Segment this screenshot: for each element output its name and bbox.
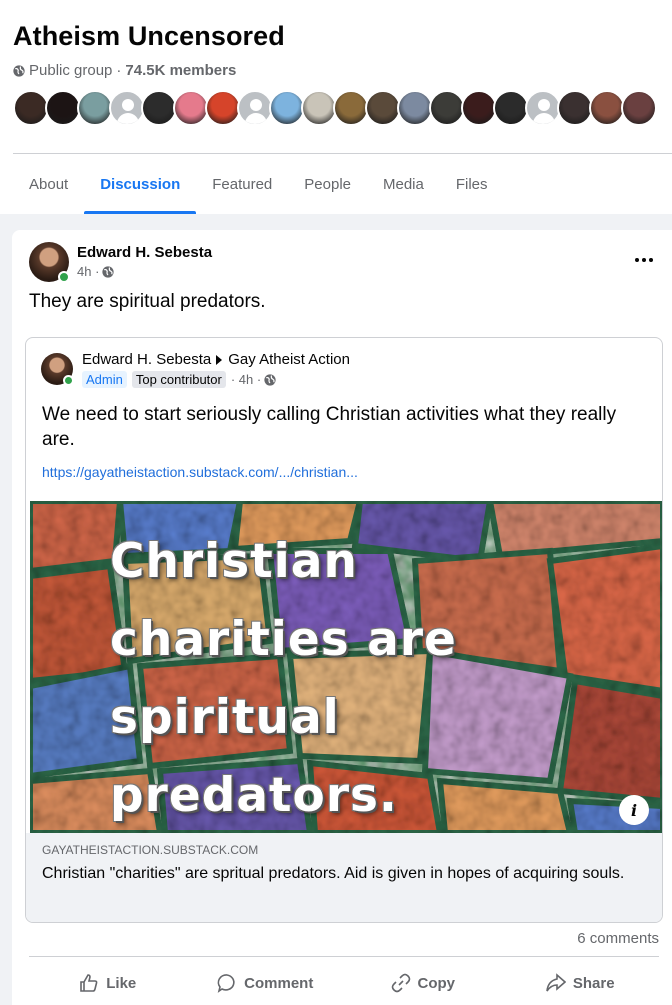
shared-author-row: Edward H. Sebesta Gay Atheist Action Adm… [41,351,350,388]
member-avatar[interactable] [109,90,145,126]
share-button[interactable]: Share [502,961,660,1005]
meta-separator: · [116,62,122,79]
shared-text: We need to start seriously calling Chris… [42,404,617,450]
member-avatars[interactable] [13,90,657,128]
member-avatar[interactable] [493,90,529,126]
like-label: Like [106,974,137,992]
shared-avatar[interactable] [41,353,74,386]
comment-button[interactable]: Comment [187,961,345,1005]
tab-files[interactable]: Files [440,154,504,214]
member-avatar[interactable] [621,90,657,126]
online-status-dot [58,271,70,283]
preview-title: Christian "charities" are spritual preda… [42,865,625,882]
member-avatar[interactable] [525,90,561,126]
member-avatar[interactable] [333,90,369,126]
shared-link[interactable]: https://gayatheistaction.substack.com/..… [42,464,358,480]
post-time-text: 4h · [77,264,100,279]
online-status-dot [63,375,74,386]
comment-icon [217,974,235,993]
group-tabs: About Discussion Featured People Media Files [13,154,504,214]
admin-badge: Admin [82,371,127,388]
shared-group-name[interactable]: Gay Atheist Action [228,351,350,368]
comment-label: Comment [244,974,314,992]
image-line: predators. [110,768,398,823]
post-author-row: Edward H. Sebesta 4h · [29,242,212,283]
post-card: Edward H. Sebesta 4h · They are spiritua… [12,230,672,1005]
comments-count[interactable]: 6 comments [577,930,659,947]
tab-about[interactable]: About [13,154,84,214]
member-avatar[interactable] [237,90,273,126]
image-line: charities are [110,612,457,667]
member-avatar[interactable] [429,90,465,126]
tab-people[interactable]: People [288,154,367,214]
tab-featured[interactable]: Featured [196,154,288,214]
share-label: Share [572,974,615,992]
member-avatar[interactable] [589,90,625,126]
tab-discussion[interactable]: Discussion [84,154,197,214]
member-avatar[interactable] [557,90,593,126]
actions-divider [29,956,659,957]
post-author-name[interactable]: Edward H. Sebesta [77,244,212,261]
like-button[interactable]: Like [29,961,187,1005]
post-actions: Like Comment Copy Share [29,961,659,1005]
arrow-right-icon [216,354,223,365]
member-avatar[interactable] [269,90,305,126]
member-avatar[interactable] [461,90,497,126]
group-title[interactable]: Atheism Uncensored [13,21,285,52]
tab-media[interactable]: Media [367,154,440,214]
member-avatar[interactable] [13,90,49,126]
group-meta: Public group · 74.5K members [13,62,236,79]
top-contributor-badge: Top contributor [131,371,226,388]
link-preview[interactable]: GAYATHEISTACTION.SUBSTACK.COM Christian … [26,833,662,922]
image-line: spiritual [110,690,340,745]
image-line: Christian [110,534,358,589]
member-avatar[interactable] [77,90,113,126]
thumbs-up-icon [80,974,98,992]
link-icon [391,973,410,993]
avatar[interactable] [29,242,70,283]
more-options-button[interactable] [632,250,656,270]
link-preview-image[interactable]: Christian charities are spiritual predat… [30,501,662,833]
member-avatar[interactable] [45,90,81,126]
member-avatar[interactable] [301,90,337,126]
share-icon [546,973,566,992]
member-avatar[interactable] [365,90,401,126]
member-avatar[interactable] [397,90,433,126]
globe-icon [264,373,276,386]
globe-icon [13,64,25,77]
member-avatar[interactable] [141,90,177,126]
member-count[interactable]: 74.5K members [125,62,236,79]
info-icon[interactable]: i [619,795,649,825]
post-timestamp[interactable]: 4h · [77,264,212,279]
member-avatar[interactable] [173,90,209,126]
shared-time[interactable]: · 4h · [231,372,261,387]
member-avatar[interactable] [205,90,241,126]
shared-post[interactable]: Edward H. Sebesta Gay Atheist Action Adm… [25,337,663,923]
preview-domain: GAYATHEISTACTION.SUBSTACK.COM [42,843,259,857]
group-privacy: Public group [29,62,113,79]
image-overlay-text: Christian charities are spiritual predat… [110,523,457,833]
copy-label: Copy [417,974,456,992]
shared-author-name[interactable]: Edward H. Sebesta [82,351,211,368]
group-header: Atheism Uncensored Public group · 74.5K … [0,0,672,214]
copy-button[interactable]: Copy [344,961,502,1005]
post-text: They are spiritual predators. [29,291,266,312]
globe-icon [102,265,115,278]
